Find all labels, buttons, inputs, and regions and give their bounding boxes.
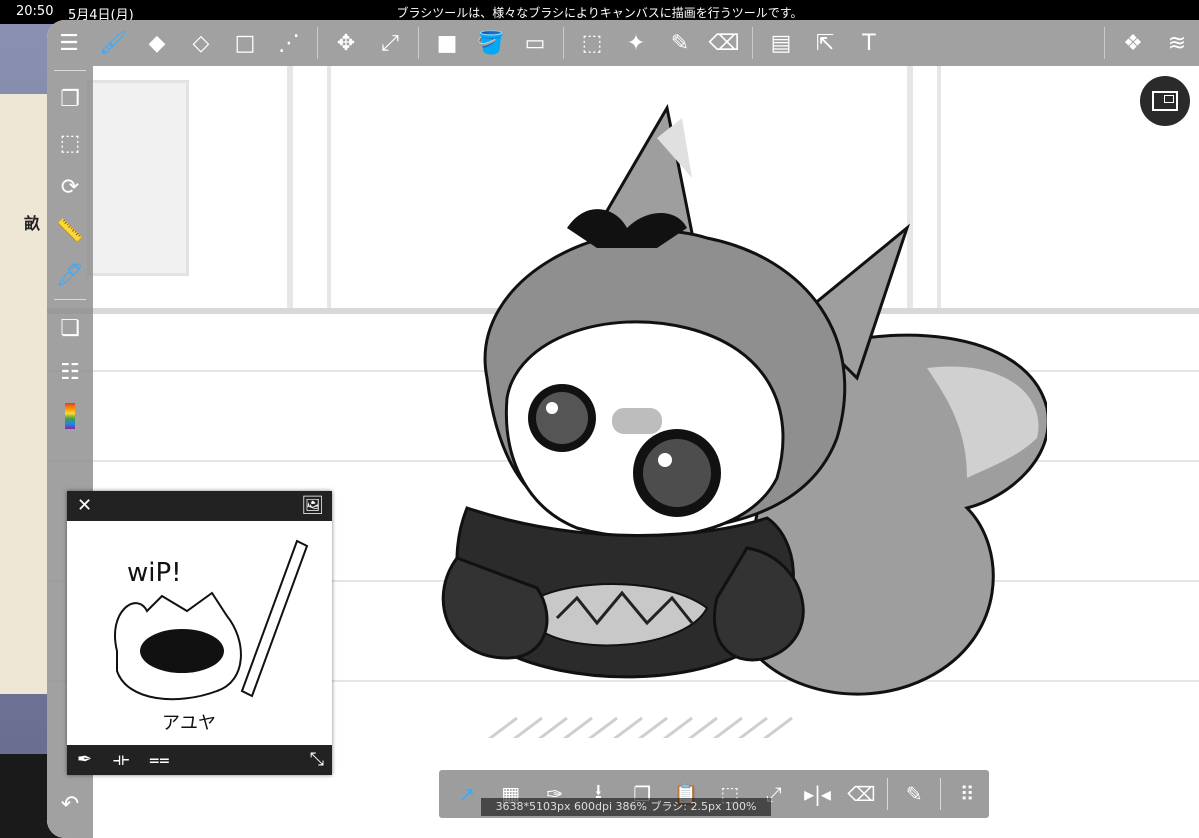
navigator-icon [1152,91,1178,111]
fill-color-icon[interactable]: ■ [427,23,467,63]
left-toolbar-separator [54,299,86,300]
bottom-bar-separator [887,778,889,810]
select-icon[interactable]: ⬚ [572,23,612,63]
bottom-bar-separator [940,778,942,810]
frame-icon[interactable]: ▤ [761,23,801,63]
color-palette-icon[interactable] [50,396,90,436]
transform-icon[interactable]: ⤢ [370,23,410,63]
select-eraser-icon[interactable]: ⌫ [704,23,744,63]
dot-line-icon[interactable]: ⋰ [269,23,309,63]
mirror-icon[interactable]: ▸|◂ [798,774,838,814]
clear-icon[interactable]: ⌫ [841,774,881,814]
preview-footer: ⤡ ✒ ⟛ ⩵ [67,745,332,775]
toolbar-separator [418,27,419,59]
eyedropper-icon[interactable]: ✒ [77,749,92,770]
grip-icon[interactable]: ⠿ [947,774,987,814]
app-window: ☰ 🖌 ◆ ◇ □ ⋰ ✥ ⤢ ■ 🪣 ▭ ⬚ ✦ ✎ ⌫ ▤ ⇱ T ❖ ≋ ❐ ⬚ ⟳ 📏 🖊 ❏ ☷ ↶ ✕ 🖼 wiP! ア… [47,20,1199,838]
eraser-icon[interactable]: ◆ [137,23,177,63]
image-select-icon[interactable]: 🖼 [301,495,324,516]
ruler-icon[interactable]: 📏 [50,211,90,251]
edit-icon[interactable]: ✎ [894,774,934,814]
reference-preview-panel: ✕ 🖼 wiP! アユヤ ⤡ ✒ ⟛ ⩵ [67,491,332,775]
toolbar-separator [1104,27,1105,59]
brush-icon[interactable]: 🖌 [93,23,133,63]
canvas-info: 3638*5103px 600dpi 386% ブラシ: 2.5px 100% [481,798,771,816]
undo-icon[interactable]: ↶ [50,784,90,824]
materials-icon[interactable]: ❖ [1113,23,1153,63]
sketch-signature: アユヤ [162,713,216,734]
toolbar-separator [563,27,564,59]
tool-hint: ブラシツールは、様々なブラシによりキャンバスに描画を行うツールです。 [396,6,803,20]
close-icon[interactable]: ✕ [77,495,92,516]
expand-icon[interactable]: ⤡ [310,749,324,770]
operate-icon[interactable]: ⇱ [805,23,845,63]
layer-copy-icon[interactable]: ❏ [50,308,90,348]
select-pen-icon[interactable]: ✎ [660,23,700,63]
left-toolbar-separator [54,70,86,71]
toolbar-separator [752,27,753,59]
sketch-title: wiP! [127,558,182,588]
gradient-icon[interactable]: ▭ [515,23,555,63]
list-icon[interactable]: ☷ [50,352,90,392]
move-icon[interactable]: ✥ [326,23,366,63]
rainbow-swatch [65,403,75,429]
background-book [0,94,52,694]
pages-icon[interactable]: ❐ [50,79,90,119]
preview-header: ✕ 🖼 [67,491,332,521]
navigator-toggle-button[interactable] [1140,76,1190,126]
selection-icon[interactable]: ⬚ [50,123,90,163]
preview-sketch: wiP! アユヤ [114,539,309,734]
blur-eraser-icon[interactable]: ◇ [181,23,221,63]
brush-color-icon[interactable]: 🖊 [50,255,90,295]
magic-wand-icon[interactable]: ✦ [616,23,656,63]
flip-horizontal-icon[interactable]: ⟛ [113,749,129,770]
text-icon[interactable]: T [849,23,889,63]
rectangle-icon[interactable]: □ [225,23,265,63]
character-artwork [441,103,1047,738]
background-kanji: 畝 [24,214,41,233]
flip-vertical-icon[interactable]: ⩵ [149,749,170,770]
top-toolbar: ☰ 🖌 ◆ ◇ □ ⋰ ✥ ⤢ ■ 🪣 ▭ ⬚ ✦ ✎ ⌫ ▤ ⇱ T ❖ ≋ [47,20,1199,66]
toolbar-separator [317,27,318,59]
bucket-icon[interactable]: 🪣 [471,23,511,63]
layers-icon[interactable]: ≋ [1157,23,1197,63]
rotate-icon[interactable]: ⟳ [50,167,90,207]
menu-icon[interactable]: ☰ [49,23,89,63]
